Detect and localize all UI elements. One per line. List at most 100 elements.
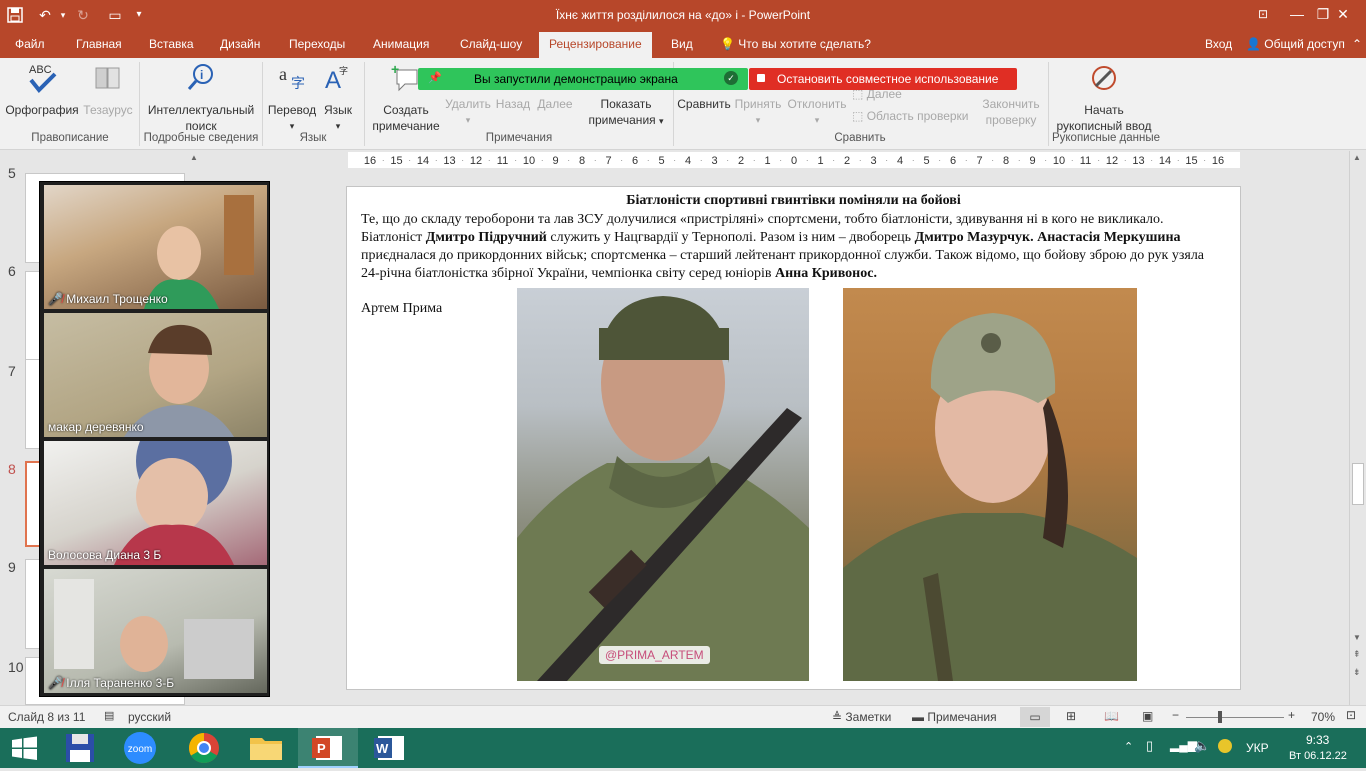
- taskbar-explorer[interactable]: [236, 728, 296, 768]
- share-button[interactable]: 👤 Общий доступ: [1246, 37, 1345, 51]
- participant-video[interactable]: 🎤̸ Михаил Трощенко: [44, 185, 267, 309]
- language-status[interactable]: русский: [128, 710, 171, 724]
- scroll-up-icon[interactable]: ▲: [190, 153, 198, 162]
- photo-watermark: @PRIMA_ARTEM: [599, 646, 710, 664]
- windows-logo-icon: [12, 736, 37, 760]
- zoom-out-icon[interactable]: −: [1172, 708, 1179, 722]
- pin-icon: 📌: [428, 72, 442, 84]
- zoom-app-icon: zoom: [124, 732, 156, 764]
- ruler-minor-tick: ·: [647, 156, 650, 165]
- tab-slideshow[interactable]: Слайд-шоу: [460, 37, 522, 51]
- input-language[interactable]: УКР: [1246, 741, 1269, 755]
- participant-video[interactable]: 🎤̸ Ілля Тараненко 3-Б: [44, 569, 267, 693]
- compare-button[interactable]: Сравнить: [676, 96, 732, 112]
- book-icon: [95, 67, 120, 89]
- zoom-slider-thumb[interactable]: [1218, 711, 1223, 723]
- sync-icon[interactable]: [1218, 739, 1232, 753]
- network-icon[interactable]: ▂▄▆: [1170, 738, 1197, 752]
- comments-button[interactable]: ▬ Примечания: [912, 710, 997, 724]
- spelling-icon: ABC: [29, 64, 57, 93]
- tab-design[interactable]: Дизайн: [220, 37, 260, 51]
- zoom-slider[interactable]: [1186, 717, 1284, 718]
- ruler-tick-label: 5: [658, 155, 664, 167]
- taskbar-chrome[interactable]: [174, 728, 234, 768]
- clock-time[interactable]: 9:33: [1306, 733, 1329, 747]
- participant-illustration: [144, 195, 254, 309]
- slide-scrollbar[interactable]: ▲ ▼ ⇞ ⇟: [1349, 151, 1366, 705]
- tab-view[interactable]: Вид: [671, 37, 693, 51]
- ruler-tick-label: 16: [1212, 155, 1224, 167]
- zoom-level[interactable]: 70%: [1311, 710, 1335, 724]
- close-button[interactable]: ✕: [1320, 0, 1366, 30]
- ruler-minor-tick: ·: [567, 156, 570, 165]
- usb-icon[interactable]: ▯: [1146, 738, 1153, 754]
- participant-name: 🎤̸ Ілля Тараненко 3-Б: [48, 676, 175, 690]
- person-icon: 👤: [1246, 37, 1261, 51]
- translate-button[interactable]: a字 Перевод ▾: [266, 62, 318, 134]
- slideshow-view-icon[interactable]: ▣: [1142, 709, 1153, 723]
- previous-comment-button: Назад: [495, 97, 531, 111]
- next-slide-icon[interactable]: ⇟: [1353, 667, 1361, 678]
- ruler-minor-tick: ·: [435, 156, 438, 165]
- ruler-minor-tick: ·: [885, 156, 888, 165]
- show-comments-button[interactable]: Показать примечания ▾: [582, 96, 670, 129]
- photo-caption[interactable]: Артем Прима: [361, 301, 442, 317]
- slide-body-text[interactable]: Те, що до складу тероборони та лав ЗСУ д…: [361, 211, 1226, 283]
- slide-sorter-icon[interactable]: ⊞: [1066, 709, 1076, 723]
- smart-lookup-button[interactable]: i Интеллектуальный поиск: [143, 62, 259, 134]
- taskbar-powerpoint[interactable]: P: [298, 728, 358, 768]
- fit-slide-icon[interactable]: ⊡: [1346, 708, 1356, 722]
- powerpoint-icon: P: [312, 736, 342, 760]
- soldier-photo-2[interactable]: [843, 288, 1137, 681]
- ruler-tick-label: 1: [817, 155, 823, 167]
- taskbar-zoom[interactable]: zoom: [110, 728, 170, 768]
- tab-home[interactable]: Главная: [76, 37, 122, 51]
- participant-video[interactable]: макар деревянко: [44, 313, 267, 437]
- ruler-tick-label: 9: [552, 155, 558, 167]
- group-ink-label: Рукописные данные: [1051, 132, 1161, 144]
- slide[interactable]: Біатлоністи спортивні гвинтівки поміняли…: [346, 186, 1241, 690]
- ruler-tick-label: 8: [579, 155, 585, 167]
- windows-taskbar: zoom P W ⌃ ▯ ▂▄▆ 🔈 УКР 9:33 Вт 06.12.22: [0, 728, 1366, 768]
- start-inking-button[interactable]: Начать рукописный ввод: [1052, 62, 1156, 134]
- spelling-button[interactable]: ABC Орфография: [4, 62, 80, 118]
- tab-review[interactable]: Рецензирование: [539, 32, 652, 58]
- signin-link[interactable]: Вход: [1205, 37, 1232, 51]
- participant-video[interactable]: Волосова Диана 3 Б: [44, 441, 267, 565]
- participant-name: 🎤̸ Михаил Трощенко: [48, 292, 168, 306]
- normal-view-icon[interactable]: ▭: [1020, 707, 1050, 727]
- ruler-minor-tick: ·: [1124, 156, 1127, 165]
- taskbar-save-app[interactable]: [50, 728, 110, 768]
- language-button[interactable]: A字 Язык ▾: [320, 62, 356, 134]
- ruler-minor-tick: ·: [1071, 156, 1074, 165]
- collapse-ribbon-icon[interactable]: ⌃: [1352, 37, 1362, 51]
- ruler-minor-tick: ·: [1177, 156, 1180, 165]
- taskbar-word[interactable]: W: [360, 728, 420, 768]
- scroll-up-icon[interactable]: ▲: [1353, 153, 1361, 162]
- tell-me-box[interactable]: 💡 Что вы хотите сделать?: [720, 37, 871, 51]
- tab-insert[interactable]: Вставка: [149, 37, 194, 51]
- scroll-down-icon[interactable]: ▼: [1353, 633, 1361, 642]
- volume-icon[interactable]: 🔈: [1194, 738, 1210, 754]
- proofing-icon[interactable]: ▤: [104, 709, 114, 722]
- notes-button[interactable]: ≜ Заметки: [832, 710, 891, 724]
- scroll-thumb[interactable]: [1352, 463, 1364, 505]
- svg-text:字: 字: [339, 65, 348, 76]
- previous-slide-icon[interactable]: ⇞: [1353, 649, 1361, 660]
- end-review-button: Закончить проверку: [982, 97, 1040, 127]
- soldier-photo-1[interactable]: @PRIMA_ARTEM: [517, 288, 809, 681]
- reading-view-icon[interactable]: 📖: [1104, 709, 1119, 723]
- clock-date[interactable]: Вт 06.12.22: [1289, 750, 1347, 762]
- zoom-in-icon[interactable]: +: [1288, 708, 1295, 722]
- slide-heading[interactable]: Біатлоністи спортивні гвинтівки поміняли…: [347, 193, 1240, 209]
- dropdown-arrow-icon: ▾: [465, 115, 471, 125]
- tray-overflow-icon[interactable]: ⌃: [1124, 740, 1133, 753]
- tab-animation[interactable]: Анимация: [373, 37, 429, 51]
- slide-number: 10: [8, 659, 24, 675]
- svg-text:W: W: [376, 741, 389, 756]
- tab-transitions[interactable]: Переходы: [289, 37, 345, 51]
- group-compare-label: Сравнить: [834, 132, 886, 144]
- stop-share-button[interactable]: Остановить совместное использование: [749, 68, 1017, 90]
- tab-file[interactable]: Файл: [15, 37, 45, 51]
- ruler-tick-label: 7: [605, 155, 611, 167]
